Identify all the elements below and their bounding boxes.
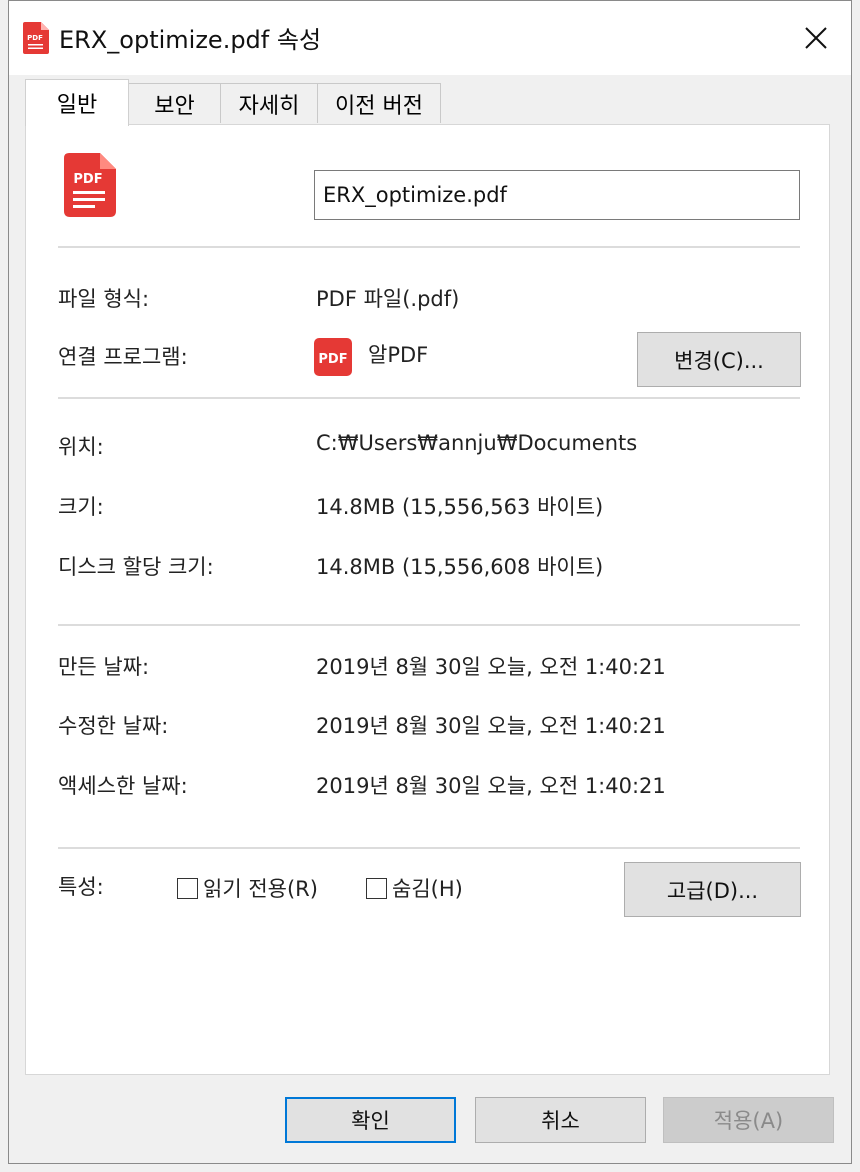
title-bar[interactable]: PDF ERX_optimize.pdf 속성 [9, 1, 851, 75]
separator [58, 397, 800, 399]
properties-dialog: PDF ERX_optimize.pdf 속성 일반 보안 자세히 이전 버전 … [8, 0, 852, 1164]
size-on-disk-label: 디스크 할당 크기: [58, 555, 214, 579]
opens-with-app-name: 알PDF [368, 343, 429, 367]
attributes-label: 특성: [58, 875, 104, 899]
cancel-button[interactable]: 취소 [475, 1097, 646, 1143]
size-on-disk-value: 14.8MB (15,556,608 바이트) [316, 555, 604, 579]
tab-security[interactable]: 보안 [128, 83, 221, 123]
accessed-label: 액세스한 날짜: [58, 774, 188, 798]
readonly-checkbox[interactable]: 읽기 전용(R) [177, 873, 318, 903]
svg-text:PDF: PDF [27, 34, 43, 42]
location-label: 위치: [58, 435, 104, 459]
pdf-document-icon: PDF [64, 153, 116, 221]
size-value: 14.8MB (15,556,563 바이트) [316, 495, 604, 519]
close-button[interactable] [781, 1, 851, 75]
file-name-input[interactable] [314, 170, 800, 220]
window-title: ERX_optimize.pdf 속성 [59, 26, 322, 54]
advanced-button[interactable]: 고급(D)... [624, 862, 801, 917]
alpdf-app-icon: PDF [313, 337, 353, 381]
separator [58, 847, 800, 849]
hidden-checkbox-box[interactable] [366, 877, 387, 899]
created-label: 만든 날짜: [58, 655, 150, 679]
separator [58, 624, 800, 626]
pdf-file-icon: PDF [23, 22, 49, 58]
tab-details[interactable]: 자세히 [220, 83, 318, 123]
hidden-checkbox-label: 숨김(H) [392, 877, 463, 901]
apply-button[interactable]: 적용(A) [663, 1097, 834, 1143]
general-tab-panel: PDF 파일 형식: PDF 파일(.pdf) 연결 프로그램: PDF 알PD… [25, 124, 830, 1075]
file-type-label: 파일 형식: [58, 287, 150, 311]
close-icon [805, 27, 827, 49]
opens-with-label: 연결 프로그램: [58, 345, 188, 369]
file-type-value: PDF 파일(.pdf) [316, 287, 460, 311]
readonly-checkbox-label: 읽기 전용(R) [203, 877, 318, 901]
file-icon-text: PDF [73, 172, 102, 187]
size-label: 크기: [58, 495, 104, 519]
modified-label: 수정한 날짜: [58, 714, 169, 738]
separator [58, 246, 800, 248]
change-program-button[interactable]: 변경(C)... [637, 332, 801, 387]
accessed-value: 2019년 8월 30일 오늘, 오전 1:40:21 [316, 774, 666, 798]
ok-button[interactable]: 확인 [285, 1097, 456, 1143]
readonly-checkbox-box[interactable] [177, 877, 198, 899]
created-value: 2019년 8월 30일 오늘, 오전 1:40:21 [316, 655, 666, 679]
modified-value: 2019년 8월 30일 오늘, 오전 1:40:21 [316, 714, 666, 738]
tab-previous-versions[interactable]: 이전 버전 [317, 83, 441, 123]
app-icon-text: PDF [318, 352, 347, 367]
tab-general[interactable]: 일반 [25, 79, 129, 126]
hidden-checkbox[interactable]: 숨김(H) [366, 873, 463, 903]
location-value: C:₩Users₩annju₩Documents [316, 431, 638, 455]
